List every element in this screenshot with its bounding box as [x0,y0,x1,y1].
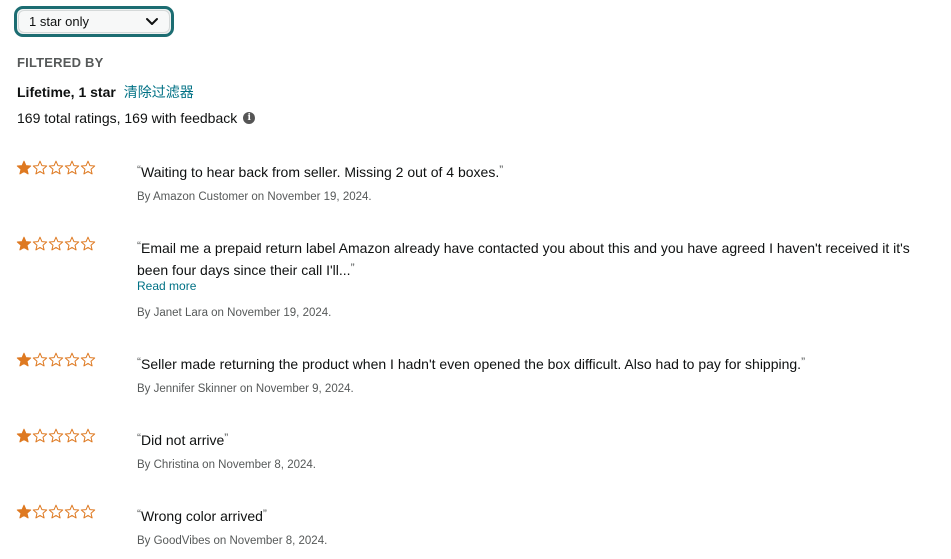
review-text: “Did not arrive” [137,431,229,448]
star-empty-icon [64,428,80,443]
review-text: “Waiting to hear back from seller. Missi… [137,163,504,180]
dropdown-selected-value: 1 star only [29,14,89,29]
review-text: “Seller made returning the product when … [137,355,806,372]
star-filled-icon [16,352,32,367]
chevron-down-icon [146,17,158,25]
review-body: Email me a prepaid return label Amazon a… [137,240,910,278]
review-byline: By Jennifer Skinner on November 9, 2024. [137,383,354,395]
star-empty-icon [32,236,48,251]
ratings-totals: 169 total ratings, 169 with feedback i [17,110,256,126]
active-filter: Lifetime, 1 star 清除过滤器 [17,82,194,102]
star-empty-icon [64,504,80,519]
review-byline: By Amazon Customer on November 19, 2024. [137,191,372,203]
star-empty-icon [32,428,48,443]
filtered-by-label: FILTERED BY [17,55,104,70]
star-empty-icon [48,160,64,175]
read-more-link[interactable]: Read more [137,279,196,293]
star-empty-icon [32,504,48,519]
star-rating [16,352,96,368]
star-empty-icon [48,504,64,519]
review-byline: By Janet Lara on November 19, 2024. [137,307,332,319]
star-empty-icon [64,160,80,175]
ratings-totals-text: 169 total ratings, 169 with feedback [17,110,238,126]
star-filter-dropdown[interactable]: 1 star only [14,6,174,37]
star-empty-icon [80,504,96,519]
star-filled-icon [16,428,32,443]
star-empty-icon [48,236,64,251]
review-body: Waiting to hear back from seller. Missin… [141,164,500,180]
star-filled-icon [16,160,32,175]
clear-filter-link[interactable]: 清除过滤器 [124,84,194,100]
review-text: “Wrong color arrived” [137,507,267,524]
star-empty-icon [80,352,96,367]
star-empty-icon [80,160,96,175]
star-rating [16,504,96,520]
star-empty-icon [48,352,64,367]
star-filled-icon [16,236,32,251]
star-empty-icon [64,352,80,367]
star-empty-icon [32,352,48,367]
review-body: Did not arrive [141,432,225,448]
star-empty-icon [64,236,80,251]
review-body: Wrong color arrived [141,508,263,524]
active-filter-name: Lifetime, 1 star [17,84,116,100]
star-empty-icon [48,428,64,443]
info-icon[interactable]: i [243,112,256,124]
review-byline: By GoodVibes on November 8, 2024. [137,535,328,547]
star-filled-icon [16,504,32,519]
star-empty-icon [80,236,96,251]
review-body: Seller made returning the product when I… [141,356,802,372]
star-empty-icon [80,428,96,443]
star-rating [16,236,96,252]
star-rating [16,160,96,176]
star-rating [16,428,96,444]
star-empty-icon [32,160,48,175]
review-byline: By Christina on November 8, 2024. [137,459,316,471]
review-text: “Email me a prepaid return label Amazon … [137,239,910,278]
